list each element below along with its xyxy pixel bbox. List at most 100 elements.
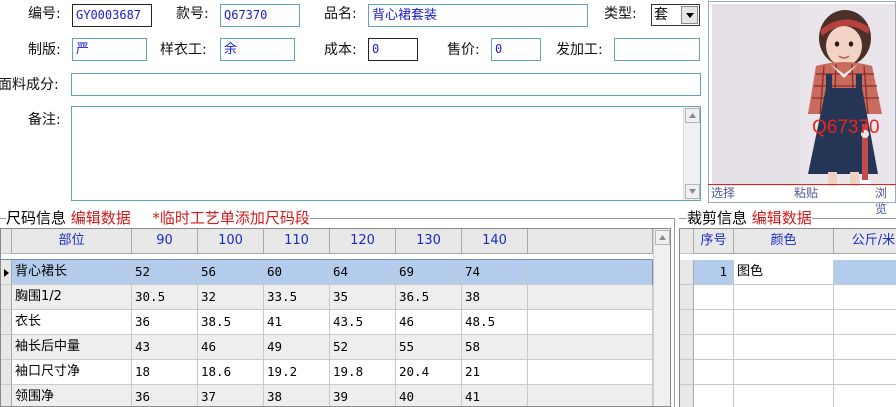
size-cell[interactable]: 55 (396, 335, 462, 360)
size-cell[interactable]: 36 (132, 385, 198, 406)
cut-edit-link[interactable]: 编辑数据 (752, 209, 812, 227)
size-cell[interactable]: 52 (132, 260, 198, 285)
product-photo-frame: Q67370 (708, 1, 896, 203)
sample-worker-field[interactable]: 余 (220, 38, 295, 61)
cut-grid[interactable]: 序号 颜色 公斤/米 1 图色 (679, 228, 896, 407)
size-grid-scrollbar[interactable] (653, 229, 670, 406)
notes-scrollbar[interactable] (683, 107, 700, 200)
size-cell[interactable]: 56 (198, 260, 264, 285)
cut-cell-index[interactable]: 1 (694, 260, 734, 285)
size-col-header[interactable]: 部位 (12, 229, 132, 254)
size-edit-link[interactable]: 编辑数据 (71, 209, 131, 227)
table-row[interactable]: 背心裙长 52 56 60 64 69 74 (1, 259, 653, 286)
row-indicator (680, 310, 694, 335)
style-no-field[interactable]: Q67370 (220, 4, 300, 27)
fabric-field[interactable] (71, 73, 701, 96)
scroll-up-icon[interactable] (685, 108, 700, 123)
photo-paste-link[interactable]: 粘贴 (794, 185, 818, 201)
size-cell[interactable]: 33.5 (264, 285, 330, 310)
size-cell[interactable]: 20.4 (396, 360, 462, 385)
pattern-field[interactable]: 严 (72, 38, 147, 61)
size-cell[interactable]: 46 (396, 310, 462, 335)
size-cell[interactable]: 38.5 (198, 310, 264, 335)
empty-cell (734, 360, 834, 385)
cost-field[interactable]: 0 (368, 38, 418, 61)
size-cell-part[interactable]: 衣长 (12, 310, 132, 335)
size-cell[interactable]: 38 (264, 385, 330, 406)
cut-col-header[interactable]: 颜色 (734, 229, 834, 254)
size-cell[interactable]: 60 (264, 260, 330, 285)
cut-cell-weight[interactable] (834, 260, 896, 285)
photo-browse-link[interactable]: 浏览 (875, 185, 896, 217)
outsource-field[interactable] (614, 38, 700, 61)
size-cell-part[interactable]: 领围净 (12, 385, 132, 406)
price-field[interactable]: 0 (491, 38, 541, 61)
type-select[interactable]: 套 (651, 4, 700, 26)
size-cell-part[interactable]: 胸围1/2 (12, 285, 132, 310)
size-cell[interactable]: 35 (330, 285, 396, 310)
size-cell[interactable]: 48.5 (462, 310, 528, 335)
size-cell[interactable]: 43 (132, 335, 198, 360)
table-row[interactable]: 1 图色 (680, 260, 896, 285)
size-col-header[interactable]: 140 (462, 229, 528, 254)
size-cell[interactable]: 19.8 (330, 360, 396, 385)
size-cell[interactable]: 32 (198, 285, 264, 310)
size-cell[interactable]: 69 (396, 260, 462, 285)
size-cell[interactable]: 37 (198, 385, 264, 406)
size-cell[interactable]: 18.6 (198, 360, 264, 385)
size-cell[interactable]: 43.5 (330, 310, 396, 335)
size-cell[interactable]: 39 (330, 385, 396, 406)
table-row[interactable]: 领围净 36 37 38 39 40 41 (1, 385, 653, 406)
size-cell[interactable]: 21 (462, 360, 528, 385)
cut-col-header[interactable]: 公斤/米 (834, 229, 896, 254)
size-cell[interactable]: 46 (198, 335, 264, 360)
empty-cell (834, 285, 896, 310)
product-photo[interactable]: Q67370 (712, 4, 895, 186)
size-cell[interactable]: 41 (462, 385, 528, 406)
product-name-field[interactable]: 背心裙套装 (368, 4, 588, 27)
size-cell[interactable]: 36.5 (396, 285, 462, 310)
size-col-header[interactable]: 110 (264, 229, 330, 254)
row-indicator (1, 285, 12, 310)
empty-cell (734, 335, 834, 360)
size-cell[interactable]: 74 (462, 260, 528, 285)
size-grid[interactable]: 部位 90 100 110 120 130 140 背心裙长 52 56 60 … (0, 228, 671, 407)
notes-textarea[interactable] (71, 106, 701, 201)
size-col-header[interactable]: 120 (330, 229, 396, 254)
size-temp-link[interactable]: *临时工艺单添加尺码段 (152, 209, 310, 227)
size-cell[interactable]: 18 (132, 360, 198, 385)
chevron-down-icon[interactable] (681, 6, 698, 24)
size-cell-part[interactable]: 袖口尺寸净 (12, 360, 132, 385)
size-col-header[interactable]: 100 (198, 229, 264, 254)
size-col-header[interactable]: 130 (396, 229, 462, 254)
scroll-up-icon[interactable] (655, 230, 670, 245)
empty-cell (834, 360, 896, 385)
table-row[interactable]: 胸围1/2 30.5 32 33.5 35 36.5 38 (1, 285, 653, 310)
table-row[interactable]: 袖长后中量 43 46 49 52 55 58 (1, 335, 653, 360)
size-cell[interactable]: 19.2 (264, 360, 330, 385)
size-cell-filler (528, 335, 653, 360)
size-cell[interactable]: 52 (330, 335, 396, 360)
size-cell[interactable]: 36 (132, 310, 198, 335)
size-cell-part[interactable]: 背心裙长 (12, 260, 132, 285)
size-cell-part[interactable]: 袖长后中量 (12, 335, 132, 360)
scroll-down-icon[interactable] (685, 184, 700, 199)
table-row-empty (680, 285, 896, 310)
cut-col-header[interactable]: 序号 (694, 229, 734, 254)
size-col-header[interactable]: 90 (132, 229, 198, 254)
empty-cell (694, 360, 734, 385)
size-cell[interactable]: 64 (330, 260, 396, 285)
size-cell[interactable]: 30.5 (132, 285, 198, 310)
code-field[interactable]: GY0003687 (72, 4, 152, 27)
size-cell[interactable]: 40 (396, 385, 462, 406)
size-cell[interactable]: 38 (462, 285, 528, 310)
notes-label: 备注: (28, 112, 61, 128)
cut-cell-color[interactable]: 图色 (734, 260, 834, 285)
size-cell[interactable]: 49 (264, 335, 330, 360)
photo-select-link[interactable]: 选择 (711, 185, 735, 201)
current-row-arrow-icon (4, 269, 9, 277)
table-row[interactable]: 衣长 36 38.5 41 43.5 46 48.5 (1, 310, 653, 335)
size-cell[interactable]: 41 (264, 310, 330, 335)
size-cell[interactable]: 58 (462, 335, 528, 360)
table-row[interactable]: 袖口尺寸净 18 18.6 19.2 19.8 20.4 21 (1, 360, 653, 385)
